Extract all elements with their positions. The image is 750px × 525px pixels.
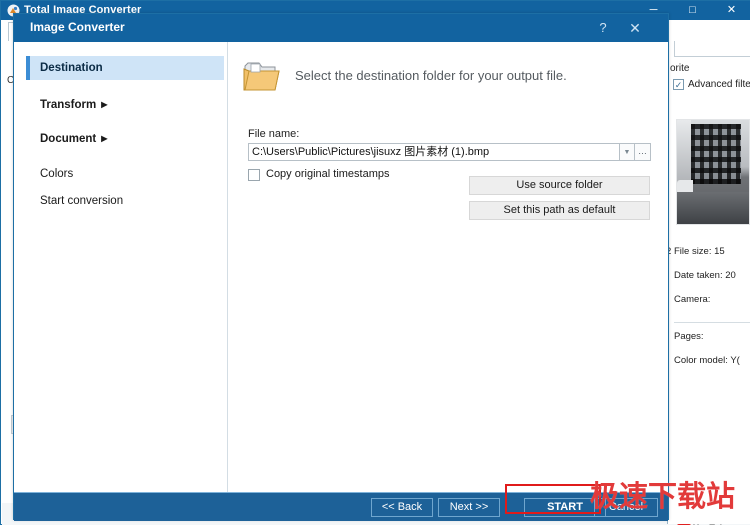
thumbnail-facade <box>691 124 741 184</box>
chevron-right-icon: ▶ <box>101 134 107 143</box>
info-row: Pages: <box>674 331 750 355</box>
info-value: 20 <box>725 270 736 281</box>
set-path-default-button[interactable]: Set this path as default <box>469 201 650 220</box>
sidebar-item-destination[interactable]: Destination <box>26 56 224 80</box>
info-value: 15 <box>714 246 725 257</box>
info-divider <box>674 322 750 323</box>
browse-button[interactable]: … <box>635 143 651 161</box>
preview-thumbnail[interactable] <box>676 119 750 225</box>
copy-timestamps-checkbox[interactable] <box>248 169 260 181</box>
help-icon[interactable]: ? <box>592 18 614 38</box>
info-row: Date taken: 20 <box>674 270 750 294</box>
info-label: Camera: <box>674 294 710 305</box>
copy-timestamps-label: Copy original timestamps <box>266 168 390 180</box>
sidebar-item-transform[interactable]: Transform ▶ <box>26 93 224 117</box>
dialog-title: Image Converter <box>30 20 125 34</box>
thumbnail-floor <box>677 192 749 224</box>
dialog-close-icon[interactable]: ✕ <box>624 18 646 38</box>
cancel-button[interactable]: Cancel <box>594 498 658 517</box>
file-info-panel: 2 File size: 15 Date taken: 20 Camera: <box>674 246 750 379</box>
info-label: Color model: <box>674 355 728 366</box>
chevron-down-icon[interactable]: ▼ <box>620 143 635 161</box>
close-icon[interactable]: ✕ <box>712 1 750 20</box>
sidebar-item-start-conversion[interactable]: Start conversion <box>26 189 224 213</box>
use-source-folder-button[interactable]: Use source folder <box>469 176 650 195</box>
dialog-footer: << Back Next >> START Cancel <box>14 492 668 521</box>
file-name-label: File name: <box>248 128 299 140</box>
dialog-body: Destination Transform▶ Document▶ Colors … <box>14 42 668 492</box>
advanced-filter-checkbox[interactable]: ✓ <box>673 79 684 90</box>
sidebar-item-label: Colors <box>40 168 73 180</box>
info-row: Camera: <box>674 294 750 318</box>
info-row: Color model: Y( <box>674 355 750 379</box>
file-path-row: C:\Users\Public\Pictures\jisuxz 图片素材 (1)… <box>248 143 650 161</box>
chevron-right-icon: ▶ <box>101 100 107 109</box>
info-label: Pages: <box>674 331 704 342</box>
sidebar-item-document[interactable]: Document ▶ <box>26 127 224 151</box>
advanced-filter-label: Advanced filter <box>688 79 750 90</box>
info-value: Y( <box>730 355 740 366</box>
background-right-panel: orite ✓ Advanced filter 2 File size: 15 <box>667 41 750 524</box>
content-header: Select the destination folder for your o… <box>242 60 662 104</box>
screenshot-root: Total Image Converter ─ □ ✕ File Con ▶ ▶… <box>0 0 750 525</box>
file-path-input[interactable]: C:\Users\Public\Pictures\jisuxz 图片素材 (1)… <box>248 143 620 161</box>
maximize-icon[interactable]: □ <box>673 1 712 20</box>
image-converter-dialog: Image Converter ? ✕ Destination Transfor… <box>13 13 669 520</box>
dialog-titlebar: Image Converter ? ✕ <box>14 14 668 42</box>
sidebar-item-label: Start conversion <box>40 195 123 207</box>
folder-icon <box>242 60 282 94</box>
header-title: Select the destination folder for your o… <box>295 68 567 83</box>
favorite-input[interactable] <box>674 41 750 57</box>
sidebar-item-label: Destination <box>40 62 103 74</box>
info-row: File size: 15 <box>674 246 750 270</box>
sidebar-item-label: Transform <box>40 99 96 111</box>
back-button[interactable]: << Back <box>371 498 433 517</box>
dialog-sidebar: Destination Transform▶ Document▶ Colors … <box>14 42 228 492</box>
sidebar-item-label: Document <box>40 133 96 145</box>
favorite-label: orite <box>670 63 689 74</box>
next-button[interactable]: Next >> <box>438 498 500 517</box>
sidebar-item-colors[interactable]: Colors <box>26 162 224 186</box>
info-label: File size: <box>674 246 711 257</box>
dialog-content: Select the destination folder for your o… <box>228 42 668 492</box>
info-label: Date taken: <box>674 270 723 281</box>
